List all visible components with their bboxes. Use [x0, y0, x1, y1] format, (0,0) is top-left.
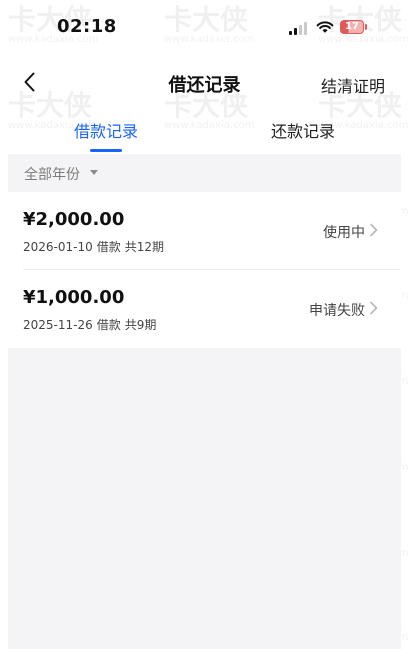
loan-list: ¥2,000.00 2026-01-10 借款 共12期 使用中 ¥1,000.00…: [8, 192, 401, 348]
loan-row[interactable]: ¥1,000.00 2025-11-26 借款 共9期 申请失败: [8, 270, 401, 348]
loan-type: 借款: [96, 240, 121, 254]
loan-meta: 2026-01-10 借款 共12期: [23, 238, 164, 255]
tab-bar: 借款记录 还款记录: [0, 106, 409, 154]
wifi-icon: [316, 21, 334, 33]
chevron-right-icon: [370, 301, 378, 315]
loan-row[interactable]: ¥2,000.00 2026-01-10 借款 共12期 使用中: [8, 192, 401, 270]
status-time: 02:18: [57, 16, 117, 37]
loan-amount: ¥2,000.00: [23, 209, 125, 230]
loan-status: 申请失败: [309, 303, 365, 319]
loan-amount: ¥1,000.00: [23, 287, 125, 308]
battery-cap: [365, 24, 367, 30]
tab-repayment-records[interactable]: 还款记录: [271, 118, 335, 142]
tab-loan-records[interactable]: 借款记录: [74, 118, 138, 142]
loan-meta: 2025-11-26 借款 共9期: [23, 316, 156, 333]
loan-term: 共9期: [124, 318, 157, 332]
year-filter[interactable]: 全部年份: [8, 154, 401, 192]
status-bar: 02:18 17: [0, 0, 409, 56]
chevron-right-icon: [370, 223, 378, 237]
loan-type: 借款: [96, 318, 121, 332]
signal-icon: [289, 21, 311, 35]
screen: { "status_bar": { "time": "02:18", "batt…: [0, 0, 409, 649]
settlement-proof-button[interactable]: 结清证明: [321, 73, 385, 97]
loan-term: 共12期: [124, 240, 165, 254]
battery-icon: 17: [340, 20, 364, 34]
tab-active-indicator: [90, 149, 122, 152]
caret-down-icon[interactable]: [90, 170, 98, 175]
loan-date: 2025-11-26: [23, 318, 93, 332]
year-filter-label[interactable]: 全部年份: [24, 164, 80, 184]
records-panel: 全部年份 ¥2,000.00 2026-01-10 借款 共12期 使用中 ¥1,0…: [8, 154, 401, 649]
nav-bar: 借还记录 结清证明: [0, 58, 409, 106]
battery-level: 17: [345, 21, 359, 32]
loan-status: 使用中: [323, 225, 365, 241]
empty-area: [8, 348, 401, 649]
loan-date: 2026-01-10: [23, 240, 93, 254]
